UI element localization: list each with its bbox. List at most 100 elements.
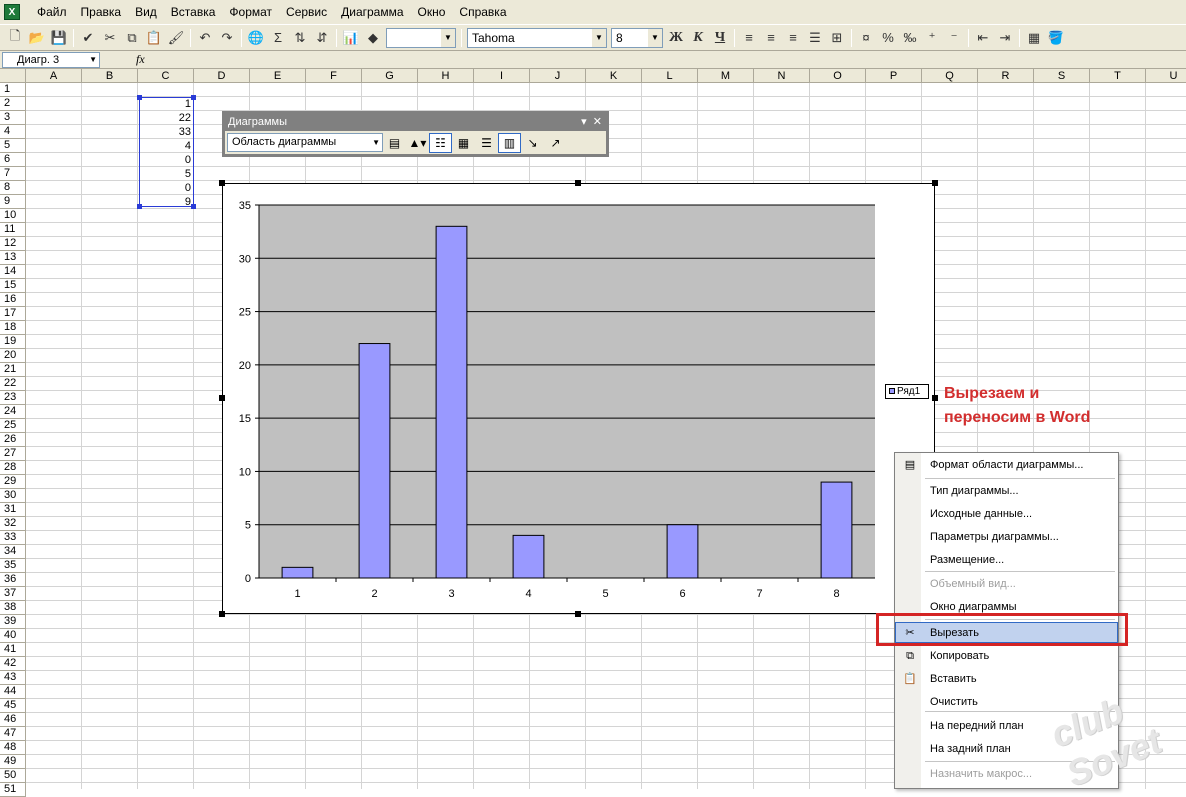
column-header[interactable]: Q: [922, 69, 978, 83]
row-header[interactable]: 13: [0, 251, 26, 265]
row-header[interactable]: 44: [0, 685, 26, 699]
thousands-icon[interactable]: ‰: [899, 27, 921, 49]
chart-resize-handle[interactable]: [575, 180, 581, 186]
row-header[interactable]: 3: [0, 111, 26, 125]
chart-resize-handle[interactable]: [219, 180, 225, 186]
row-header[interactable]: 32: [0, 517, 26, 531]
range-handle[interactable]: [191, 204, 196, 209]
column-header[interactable]: J: [530, 69, 586, 83]
column-header[interactable]: H: [418, 69, 474, 83]
name-box[interactable]: Диагр. 3 ▼: [2, 51, 100, 68]
chart-toolbar-titlebar[interactable]: Диаграммы ▾ ✕: [225, 114, 606, 131]
context-menu-item[interactable]: Исходные данные...: [896, 504, 1118, 525]
by-row-icon[interactable]: ☰: [475, 133, 498, 153]
font-size-combo[interactable]: 8 ▼: [611, 27, 663, 48]
row-header[interactable]: 5: [0, 139, 26, 153]
row-header[interactable]: 30: [0, 489, 26, 503]
range-handle[interactable]: [137, 204, 142, 209]
context-menu-item[interactable]: Параметры диаграммы...: [896, 527, 1118, 548]
chart-resize-handle[interactable]: [219, 611, 225, 617]
row-header[interactable]: 49: [0, 755, 26, 769]
row-header[interactable]: 36: [0, 573, 26, 587]
format-chart-area-icon[interactable]: ▤: [383, 133, 406, 153]
menu-window[interactable]: Окно: [411, 0, 453, 24]
chart-objects-combo[interactable]: Область диаграммы ▼: [227, 133, 383, 152]
by-column-icon[interactable]: ▥: [498, 132, 521, 153]
chevron-down-icon[interactable]: ▼: [441, 28, 455, 47]
row-header[interactable]: 6: [0, 153, 26, 167]
row-header[interactable]: 11: [0, 223, 26, 237]
row-header[interactable]: 10: [0, 209, 26, 223]
paste-icon[interactable]: 📋: [143, 27, 165, 49]
chart-resize-handle[interactable]: [932, 395, 938, 401]
row-header[interactable]: 16: [0, 293, 26, 307]
row-header[interactable]: 12: [0, 237, 26, 251]
row-header[interactable]: 15: [0, 279, 26, 293]
new-document-icon[interactable]: 🗋: [4, 27, 26, 49]
row-header[interactable]: 51: [0, 783, 26, 797]
row-header[interactable]: 50: [0, 769, 26, 783]
hyperlink-icon[interactable]: 🌐: [245, 27, 267, 49]
column-header[interactable]: P: [866, 69, 922, 83]
column-header[interactable]: I: [474, 69, 530, 83]
range-handle[interactable]: [191, 95, 196, 100]
row-header[interactable]: 42: [0, 657, 26, 671]
row-header[interactable]: 38: [0, 601, 26, 615]
undo-icon[interactable]: ↶: [194, 27, 216, 49]
row-header[interactable]: 1: [0, 83, 26, 97]
increase-indent-icon[interactable]: ⇥: [994, 27, 1016, 49]
sort-ascending-icon[interactable]: ⇅: [289, 27, 311, 49]
fx-icon[interactable]: fx: [136, 52, 145, 67]
menu-insert[interactable]: Вставка: [164, 0, 223, 24]
currency-icon[interactable]: ¤: [855, 27, 877, 49]
column-header[interactable]: E: [250, 69, 306, 83]
chart-wizard-icon[interactable]: 📊: [340, 27, 362, 49]
row-header[interactable]: 19: [0, 335, 26, 349]
menu-chart[interactable]: Диаграмма: [334, 0, 410, 24]
select-all-corner[interactable]: [0, 69, 26, 83]
row-header[interactable]: 24: [0, 405, 26, 419]
bar[interactable]: [666, 524, 699, 579]
open-folder-icon[interactable]: 📂: [26, 27, 48, 49]
chevron-down-icon[interactable]: ▼: [89, 53, 97, 67]
row-header[interactable]: 40: [0, 629, 26, 643]
menu-view[interactable]: Вид: [128, 0, 164, 24]
copy-icon[interactable]: ⧉: [121, 27, 143, 49]
bar[interactable]: [820, 481, 853, 579]
sort-descending-icon[interactable]: ⇵: [311, 27, 333, 49]
row-header[interactable]: 48: [0, 741, 26, 755]
borders-icon[interactable]: ▦: [1023, 27, 1045, 49]
row-header[interactable]: 21: [0, 363, 26, 377]
align-right-icon[interactable]: ≡: [782, 27, 804, 49]
row-header[interactable]: 28: [0, 461, 26, 475]
row-header[interactable]: 14: [0, 265, 26, 279]
row-header[interactable]: 2: [0, 97, 26, 111]
angle-text-down-icon[interactable]: ↘: [521, 133, 544, 153]
column-header[interactable]: F: [306, 69, 362, 83]
chart-legend[interactable]: Ряд1: [885, 384, 929, 399]
context-menu-item[interactable]: Тип диаграммы...: [896, 481, 1118, 502]
column-header[interactable]: B: [82, 69, 138, 83]
row-header[interactable]: 43: [0, 671, 26, 685]
zoom-combo[interactable]: ▼: [386, 27, 456, 48]
bar[interactable]: [435, 225, 468, 579]
menu-tools[interactable]: Сервис: [279, 0, 334, 24]
row-header[interactable]: 35: [0, 559, 26, 573]
row-header[interactable]: 25: [0, 419, 26, 433]
bar[interactable]: [281, 566, 314, 579]
column-header[interactable]: T: [1090, 69, 1146, 83]
percent-icon[interactable]: %: [877, 27, 899, 49]
italic-button[interactable]: К: [687, 27, 709, 49]
row-header[interactable]: 39: [0, 615, 26, 629]
column-header[interactable]: S: [1034, 69, 1090, 83]
format-painter-icon[interactable]: 🖌: [165, 27, 187, 49]
column-header[interactable]: U: [1146, 69, 1186, 83]
row-header[interactable]: 37: [0, 587, 26, 601]
row-header[interactable]: 17: [0, 307, 26, 321]
menu-format[interactable]: Формат: [222, 0, 279, 24]
row-header[interactable]: 27: [0, 447, 26, 461]
column-header[interactable]: R: [978, 69, 1034, 83]
row-header[interactable]: 31: [0, 503, 26, 517]
fill-color-icon[interactable]: 🪣: [1045, 27, 1067, 49]
row-header[interactable]: 34: [0, 545, 26, 559]
